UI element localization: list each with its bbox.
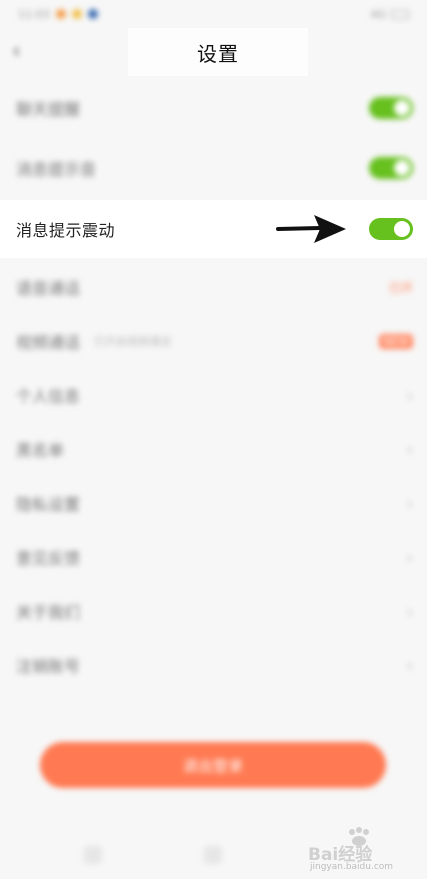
setting-row-voice-call[interactable]: 语音通话 已开 — [0, 262, 427, 312]
new-badge: NEW — [378, 333, 413, 349]
status-bar: 11:03 4G — [0, 0, 427, 28]
toggle-switch[interactable] — [369, 157, 413, 179]
watermark-url: jingyan.baidu.com — [310, 862, 394, 872]
message-icon[interactable] — [204, 846, 222, 864]
setting-label: 个人信息 — [16, 387, 81, 406]
chevron-right-icon: › — [406, 547, 413, 567]
setting-label: 语音通话 — [16, 279, 81, 298]
vibrate-toggle-switch[interactable] — [369, 218, 413, 240]
setting-row-feedback[interactable]: 意见反馈 › — [0, 532, 427, 582]
setting-label: 消息提示震动 — [16, 221, 116, 240]
notification-icon — [55, 9, 66, 19]
watermark-logo: Bai经验 jingyan.baidu.com — [308, 827, 418, 876]
setting-row-delete-account[interactable]: 注销账号 › — [0, 640, 427, 690]
setting-sublabel: 已开启视频通话 — [94, 335, 172, 348]
setting-label: 视频通话 — [16, 333, 81, 352]
home-icon[interactable] — [84, 846, 102, 864]
setting-row-message-sound[interactable]: 消息提示音 — [0, 140, 427, 196]
setting-row-profile[interactable]: 个人信息 › — [0, 370, 427, 420]
battery-icon — [391, 9, 409, 19]
setting-label: 隐私设置 — [16, 495, 81, 514]
setting-row-privacy[interactable]: 隐私设置 › — [0, 478, 427, 528]
setting-label: 注销账号 — [16, 657, 81, 676]
logout-label: 退出登录 — [182, 756, 243, 775]
setting-label: 意见反馈 — [16, 549, 81, 568]
chevron-right-icon: › — [406, 439, 413, 459]
toggle-switch[interactable] — [369, 97, 413, 119]
setting-label: 关于我们 — [16, 603, 81, 622]
chevron-right-icon: › — [406, 601, 413, 621]
signal-icon: 4G — [370, 7, 386, 21]
setting-row-chat-remind[interactable]: 聊天提醒 — [0, 80, 427, 136]
setting-row-message-vibrate[interactable]: 消息提示震动 — [0, 200, 427, 258]
notification-icon — [71, 9, 82, 19]
setting-label: 黑名单 — [16, 441, 65, 460]
setting-label: 聊天提醒 — [16, 100, 81, 119]
logout-button[interactable]: 退出登录 — [40, 742, 386, 788]
status-time: 11:03 — [18, 7, 50, 21]
chevron-right-icon: › — [406, 385, 413, 405]
pointer-arrow-icon — [276, 215, 346, 243]
setting-row-video-call[interactable]: 视频通话 已开启视频通话 NEW — [0, 316, 427, 366]
title-card: 设置 — [128, 28, 308, 76]
chevron-right-icon: › — [406, 655, 413, 675]
setting-label: 消息提示音 — [16, 160, 97, 179]
setting-row-blacklist[interactable]: 黑名单 › — [0, 424, 427, 474]
setting-row-about[interactable]: 关于我们 › — [0, 586, 427, 636]
back-chevron-icon[interactable]: ‹ — [12, 40, 32, 64]
setting-value: 已开 — [388, 280, 413, 295]
chevron-right-icon: › — [406, 493, 413, 513]
nav-bar: ‹ 设置 — [0, 28, 427, 76]
toggle-knob — [394, 221, 410, 237]
toggle-knob — [394, 100, 410, 116]
notification-icon — [87, 9, 98, 19]
toggle-knob — [394, 160, 410, 176]
page-title: 设置 — [197, 41, 239, 66]
